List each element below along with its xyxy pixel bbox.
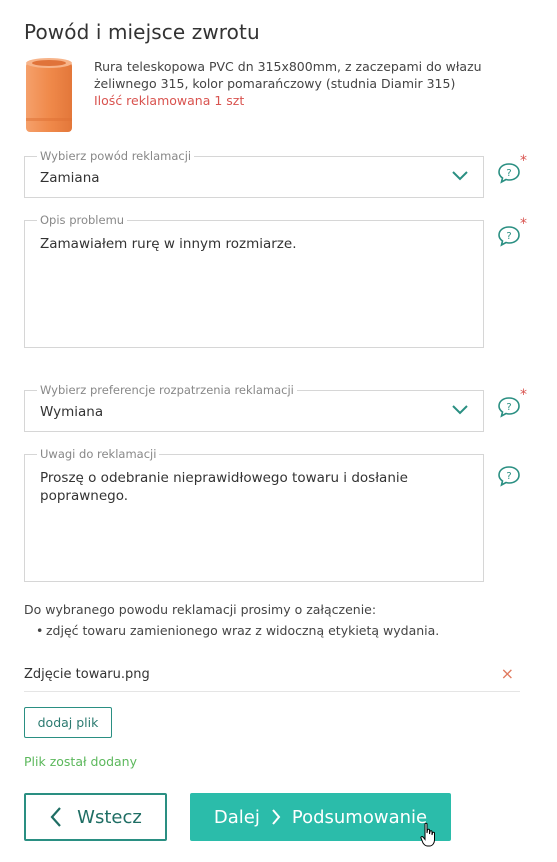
- file-added-message: Plik został dodany: [24, 754, 138, 769]
- help-icon[interactable]: ?: [496, 463, 522, 489]
- required-mark: *: [520, 387, 527, 403]
- bullet-icon: •: [36, 623, 44, 638]
- product-image: [26, 58, 72, 132]
- notes-value: Proszę o odebranie nieprawidłowego towar…: [40, 470, 408, 504]
- remove-file-icon[interactable]: ×: [501, 666, 514, 682]
- notes-textarea[interactable]: Uwagi do reklamacji Proszę o odebranie n…: [24, 447, 484, 582]
- required-mark: *: [520, 216, 527, 232]
- chevron-down-icon[interactable]: [451, 168, 469, 182]
- help-icon[interactable]: ?: [496, 394, 522, 420]
- help-icon[interactable]: ?: [496, 223, 522, 249]
- back-button[interactable]: Wstecz: [24, 793, 167, 841]
- reason-select[interactable]: Wybierz powód reklamacji Zamiana: [24, 149, 484, 198]
- chevron-down-icon[interactable]: [451, 402, 469, 416]
- next-button[interactable]: Dalej Podsumowanie: [190, 793, 451, 841]
- required-mark: *: [520, 153, 527, 169]
- problem-description-textarea[interactable]: Opis problemu Zamawiałem rurę w innym ro…: [24, 213, 484, 348]
- product-summary: Rura teleskopowa PVC dn 315x800mm, z zac…: [24, 56, 504, 136]
- problem-description-label: Opis problemu: [37, 213, 128, 227]
- svg-text:?: ?: [506, 471, 511, 482]
- chevron-left-icon: [50, 807, 61, 827]
- product-quantity: Ilość reklamowana 1 szt: [94, 93, 245, 108]
- attachment-requirement-item: • zdjęć towaru zamienionego wraz z widocz…: [36, 623, 439, 638]
- page-title: Powód i miejsce zwrotu: [24, 20, 260, 44]
- product-description: Rura teleskopowa PVC dn 315x800mm, z zac…: [94, 59, 482, 91]
- reason-select-value: Zamiana: [40, 170, 100, 186]
- attached-file-name: Zdjęcie towaru.png: [24, 667, 150, 682]
- preference-select[interactable]: Wybierz preferencje rozpatrzenia reklama…: [24, 383, 484, 432]
- attachment-requirement-text: zdjęć towaru zamienionego wraz z widoczn…: [46, 623, 440, 638]
- chevron-right-icon: [272, 809, 281, 825]
- next-button-target: Podsumowanie: [291, 806, 428, 828]
- add-file-button[interactable]: dodaj plik: [24, 707, 112, 738]
- back-button-label: Wstecz: [77, 806, 142, 828]
- reason-select-label: Wybierz powód reklamacji: [37, 149, 195, 163]
- problem-description-value: Zamawiałem rurę w innym rozmiarze.: [40, 236, 297, 252]
- next-button-label: Dalej: [213, 806, 260, 828]
- svg-text:?: ?: [506, 402, 511, 413]
- svg-text:?: ?: [506, 168, 511, 179]
- hand-cursor-icon: [420, 822, 435, 847]
- svg-text:?: ?: [506, 231, 511, 242]
- attachment-instructions: Do wybranego powodu reklamacji prosimy o…: [24, 602, 377, 617]
- attached-file-row: Zdjęcie towaru.png ×: [24, 664, 520, 692]
- notes-label: Uwagi do reklamacji: [37, 447, 160, 461]
- preference-select-label: Wybierz preferencje rozpatrzenia reklama…: [37, 383, 297, 397]
- help-icon[interactable]: ?: [496, 160, 522, 186]
- preference-select-value: Wymiana: [40, 404, 104, 420]
